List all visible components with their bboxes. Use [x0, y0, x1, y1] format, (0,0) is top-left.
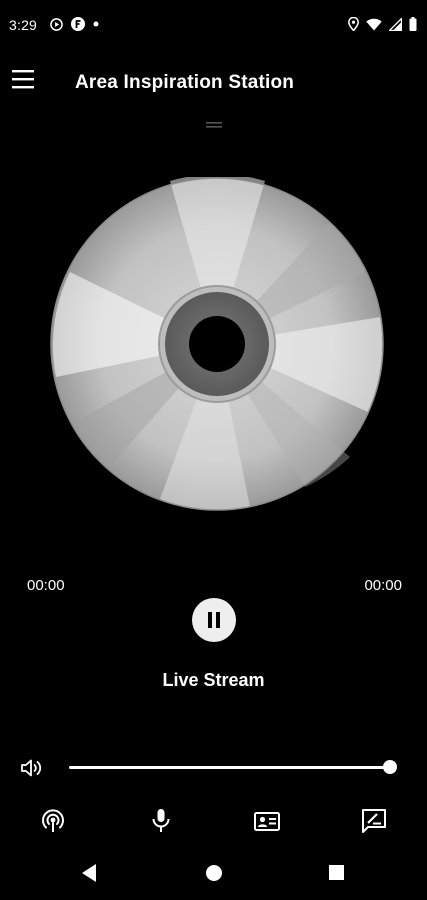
- status-left-icons: [50, 17, 99, 31]
- pause-button[interactable]: [192, 598, 236, 642]
- status-bar: 3:29: [0, 0, 427, 52]
- volume-slider-thumb[interactable]: [383, 760, 397, 774]
- system-nav: [0, 855, 427, 900]
- pause-icon: [208, 612, 220, 628]
- elapsed-time: 00:00: [27, 577, 65, 594]
- location-icon: [348, 17, 359, 31]
- home-icon[interactable]: [205, 863, 223, 883]
- battery-icon: [409, 17, 417, 31]
- microphone-icon[interactable]: [148, 808, 174, 834]
- track-title: Live Stream: [162, 670, 265, 690]
- f-circle-icon: [71, 17, 85, 31]
- play-circle-icon: [50, 17, 63, 31]
- signal-icon: [389, 17, 402, 31]
- back-icon[interactable]: [81, 863, 97, 883]
- app-title: Area Inspiration Station: [75, 72, 295, 93]
- volume-slider[interactable]: [69, 766, 390, 769]
- bottom-nav: [0, 808, 427, 840]
- contact-card-icon[interactable]: [254, 808, 280, 834]
- status-right-icons: [348, 17, 417, 31]
- wifi-icon: [366, 18, 382, 30]
- dot-icon: [93, 21, 99, 27]
- volume-icon[interactable]: [20, 756, 44, 780]
- app-bar: Area Inspiration Station: [0, 52, 427, 114]
- cd-disc-icon: [50, 174, 384, 511]
- recents-icon[interactable]: [329, 863, 345, 883]
- podcast-icon[interactable]: [40, 808, 66, 834]
- album-art: [50, 174, 384, 511]
- feedback-icon[interactable]: [361, 808, 387, 834]
- total-time: 00:00: [364, 577, 402, 594]
- drag-handle[interactable]: [206, 121, 222, 129]
- status-time: 3:29: [9, 17, 38, 33]
- menu-icon[interactable]: [12, 68, 36, 90]
